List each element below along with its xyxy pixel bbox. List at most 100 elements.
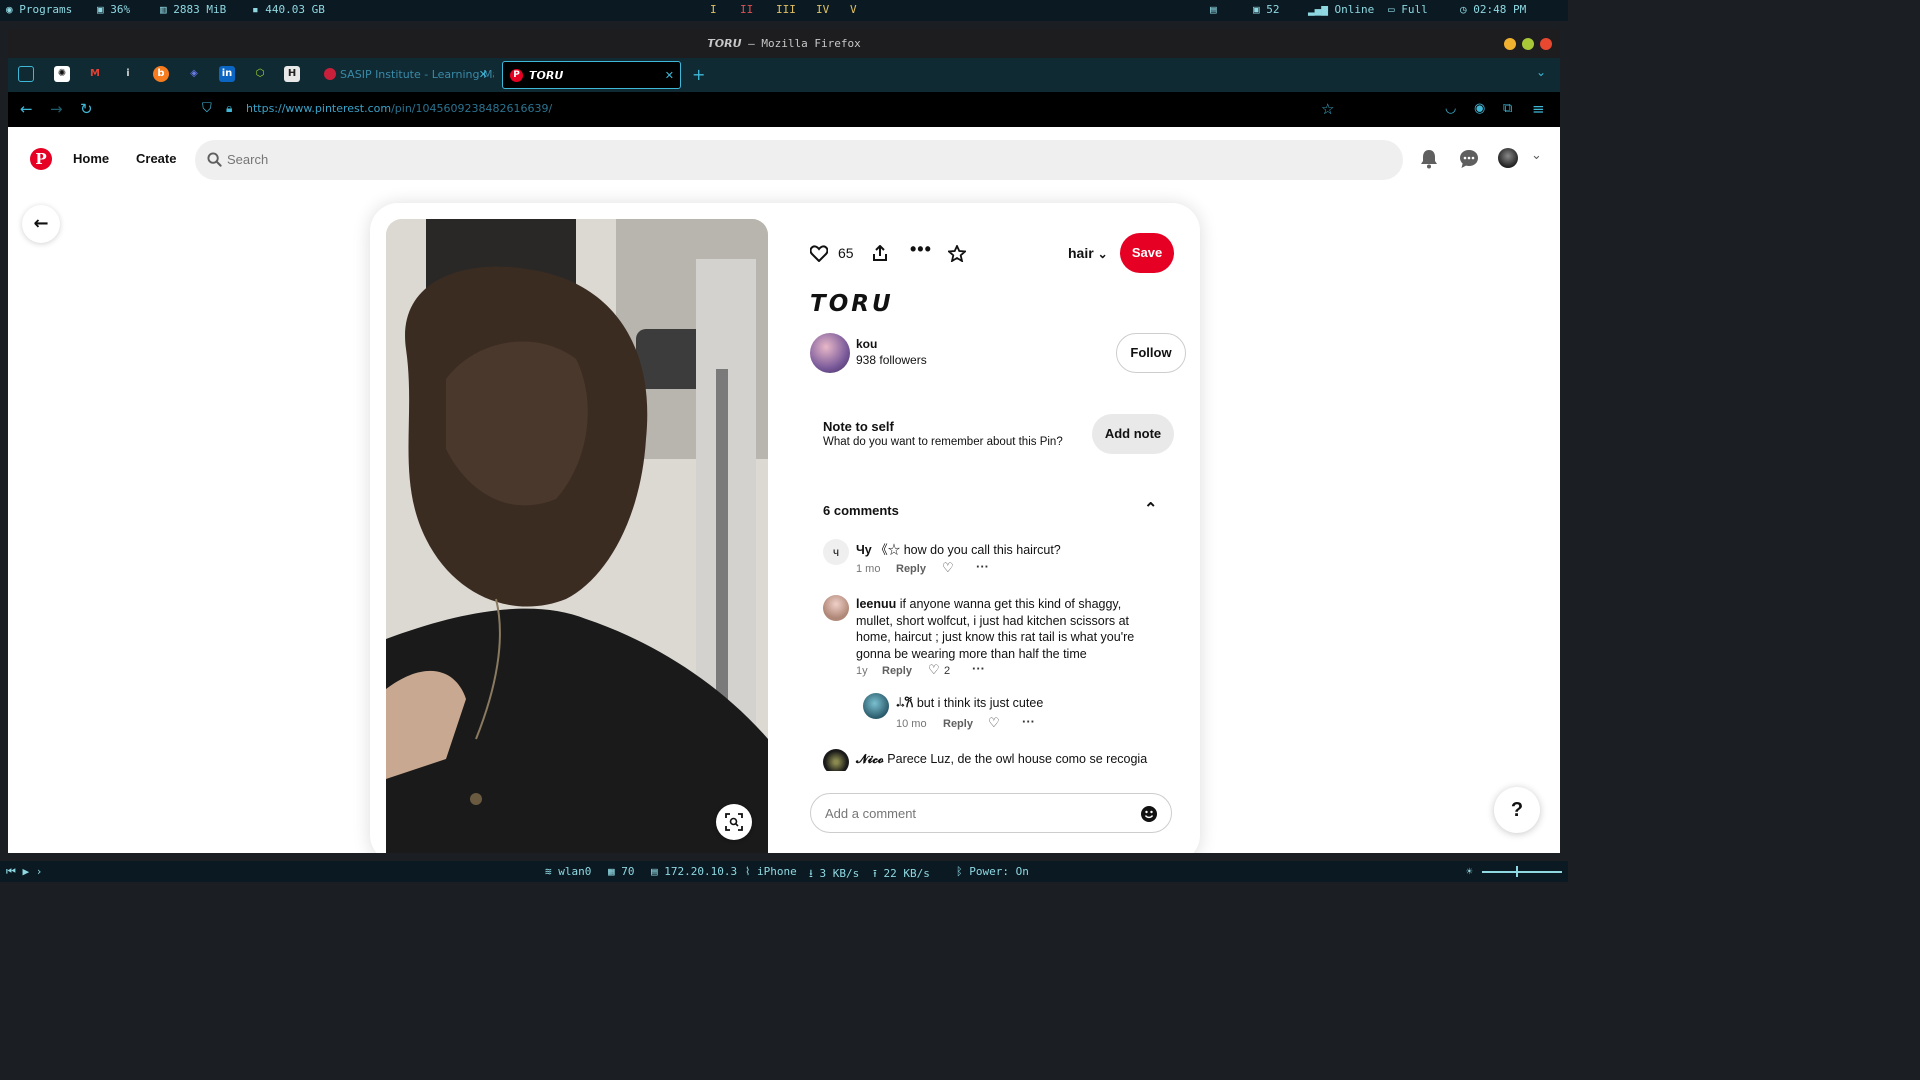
new-tab-icon[interactable]: + (692, 65, 705, 84)
list-tabs-icon[interactable]: ⌄ (1536, 65, 1546, 79)
commenter-avatar[interactable]: ч (823, 539, 849, 565)
tab-toru[interactable]: P 𝙏𝙊𝙍𝙐 ✕ (502, 61, 681, 89)
comment-more-icon[interactable]: ··· (1022, 714, 1035, 729)
menu-icon[interactable]: ≡ (1532, 100, 1545, 118)
like-count: 65 (838, 245, 854, 261)
comment-author[interactable]: 𝆺𝅥𝆹𐙚 (896, 696, 913, 710)
comments-header[interactable]: 6 comments (823, 503, 899, 518)
comment-body: 《☆ how do you call this haircut? (875, 543, 1061, 557)
comment-age: 10 mo (896, 718, 927, 730)
commenter-avatar[interactable] (863, 693, 889, 719)
tab-label: 𝙏𝙊𝙍𝙐 (529, 69, 564, 82)
board-name: hair (1068, 245, 1094, 261)
commenter-avatar[interactable] (823, 749, 849, 771)
upload-indicator: ⭱ 22 KB/s (873, 867, 930, 880)
tab-overview-icon[interactable] (18, 66, 34, 82)
help-button[interactable]: ? (1494, 787, 1540, 833)
comment-author[interactable]: 𝓝𝓲𝓬𝓸 (856, 752, 884, 766)
add-note-button[interactable]: Add note (1092, 414, 1174, 454)
lock-icon[interactable]: 🔒︎ (226, 101, 232, 116)
reply-button[interactable]: Reply (882, 665, 912, 677)
workspace-3[interactable]: III (776, 3, 796, 16)
heart-icon[interactable] (810, 245, 828, 262)
star-icon[interactable] (948, 245, 966, 262)
nav-home[interactable]: Home (73, 151, 109, 166)
shield-icon[interactable]: ⛉ (202, 101, 212, 116)
reload-icon[interactable]: ↻ (80, 100, 93, 118)
emoji-icon[interactable] (1141, 806, 1157, 822)
comment-age: 1 mo (856, 563, 881, 575)
tab-sasip[interactable]: SASIP Institute - Learning Ma ✕ (314, 61, 494, 89)
follow-button[interactable]: Follow (1116, 333, 1186, 373)
back-button[interactable]: ← (22, 205, 60, 243)
search-input[interactable]: Search (195, 140, 1403, 180)
chevron-up-icon[interactable]: ⌃ (1144, 499, 1157, 519)
blogger-icon[interactable]: b (153, 66, 169, 82)
lens-scan-icon (725, 813, 743, 831)
bookmark-star-icon[interactable]: ☆ (1321, 100, 1334, 118)
workspace-5[interactable]: V (850, 3, 857, 16)
site-header: P Home Create Search ⌄ (8, 127, 1560, 191)
programs-menu[interactable]: ◉ Programs (6, 3, 72, 16)
comment-heart-icon[interactable]: ♡ (928, 662, 940, 678)
minimize-button[interactable] (1504, 38, 1516, 50)
ssid-value: iPhone (757, 865, 797, 878)
workspace-2[interactable]: II (740, 3, 753, 16)
bluetooth-indicator[interactable]: ᛒ Power: On (956, 865, 1029, 878)
share-icon[interactable] (872, 245, 888, 262)
chatgpt-icon[interactable]: ✺ (54, 66, 70, 82)
comment-more-icon[interactable]: ··· (972, 661, 985, 676)
pocket-icon[interactable]: ◡ (1445, 101, 1456, 116)
maximize-button[interactable] (1522, 38, 1534, 50)
pinterest-logo[interactable]: P (30, 148, 52, 170)
comment-body: if anyone wanna get this kind of shaggy,… (856, 597, 1135, 661)
creator-name[interactable]: kou (856, 337, 877, 351)
linkedin-icon[interactable]: in (219, 66, 235, 82)
comment-author[interactable]: Чу (856, 543, 872, 557)
reply-button[interactable]: Reply (896, 563, 926, 575)
comment-author[interactable]: leenuu (856, 597, 896, 611)
gmail-icon[interactable]: M (87, 66, 103, 82)
forward-icon[interactable]: → (50, 100, 63, 118)
messages-icon[interactable] (1459, 149, 1479, 169)
comment-heart-icon[interactable]: ♡ (988, 715, 1000, 731)
commenter-avatar[interactable] (823, 595, 849, 621)
profile-avatar[interactable] (1498, 148, 1518, 168)
comment-more-icon[interactable]: ··· (976, 559, 989, 574)
close-window-button[interactable] (1540, 38, 1552, 50)
save-button[interactable]: Save (1120, 233, 1174, 273)
pin-image[interactable] (386, 219, 768, 853)
account-icon[interactable]: ◉ (1474, 101, 1485, 116)
note-subtitle: What do you want to remember about this … (823, 436, 1063, 448)
comment-text: 𝆺𝅥𝆹𐙚 but i think its just cutee (896, 695, 1156, 712)
add-comment-input[interactable]: Add a comment (810, 793, 1172, 833)
notifications-bell-icon[interactable] (1420, 149, 1438, 169)
nav-create[interactable]: Create (136, 151, 176, 166)
comment-heart-icon[interactable]: ♡ (942, 560, 954, 576)
workspace-4[interactable]: IV (816, 3, 829, 16)
cpu-indicator: ▣ 36% (97, 3, 131, 16)
back-icon[interactable]: ← (20, 100, 33, 118)
workspace-1[interactable]: I (710, 3, 717, 16)
extensions-icon[interactable]: ⧉ (1503, 101, 1512, 116)
reply-button[interactable]: Reply (943, 718, 973, 730)
account-chevron-down-icon[interactable]: ⌄ (1531, 148, 1542, 163)
media-controls[interactable]: ⏮ ▶ › (6, 865, 42, 879)
upload-value: 22 KB/s (883, 867, 930, 880)
gem-icon[interactable]: ◈ (186, 66, 202, 82)
more-options-icon[interactable]: ••• (910, 239, 932, 260)
brightness-slider-handle[interactable] (1516, 866, 1518, 877)
brightness-slider[interactable] (1482, 871, 1562, 873)
cube-icon[interactable]: ⬡ (252, 66, 268, 82)
creator-avatar[interactable] (810, 333, 850, 373)
close-tab-icon[interactable]: ✕ (665, 62, 674, 88)
top-status-bar: ◉ Programs ▣ 36% ▥ 2883 MiB ▪ 440.03 GB … (0, 0, 1568, 21)
visual-search-button[interactable] (716, 804, 752, 840)
board-dropdown[interactable]: hair ⌄ (1068, 245, 1108, 261)
pinned-site-icon[interactable]: i (120, 66, 136, 82)
url-field[interactable]: https://www.pinterest.com/pin/1045609238… (246, 102, 552, 115)
hackerrank-icon[interactable]: H (284, 66, 300, 82)
comment-body: Parece Luz, de the owl house como se rec… (887, 752, 1148, 766)
app-icon[interactable]: ▤ (1210, 3, 1217, 16)
close-tab-icon[interactable]: ✕ (479, 61, 488, 89)
